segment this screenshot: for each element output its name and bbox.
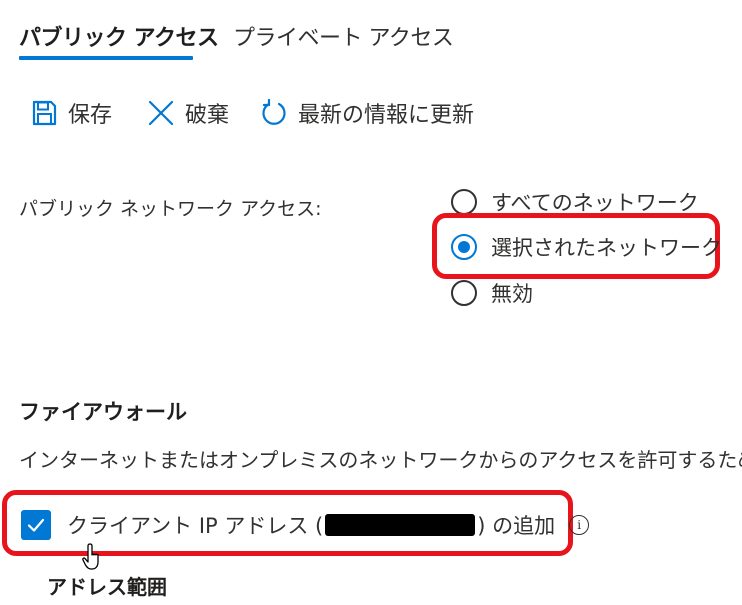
refresh-icon	[260, 99, 288, 127]
address-range-title: アドレス範囲	[47, 575, 167, 599]
save-icon	[30, 99, 58, 127]
radio-disabled[interactable]: 無効	[451, 276, 533, 310]
discard-button-label: 破棄	[185, 103, 230, 128]
firewall-section-title: ファイアウォール	[19, 400, 187, 424]
tab-private-access[interactable]: プライベート アクセス	[233, 20, 454, 52]
radio-all-networks-circle	[451, 189, 477, 215]
redacted-ip-address	[325, 514, 476, 536]
radio-selected-networks-circle	[451, 234, 477, 260]
save-button[interactable]: 保存	[30, 93, 112, 133]
refresh-button[interactable]: 最新の情報に更新	[260, 93, 474, 133]
radio-disabled-circle	[451, 280, 477, 306]
public-network-access-label: パブリック ネットワーク アクセス:	[19, 198, 322, 220]
firewall-description: インターネットまたはオンプレミスのネットワークからのアクセスを許可するための I…	[19, 448, 742, 472]
close-icon	[147, 99, 175, 127]
add-client-ip-label-prefix: クライアント IP アドレス (	[67, 514, 324, 538]
refresh-button-label: 最新の情報に更新	[298, 103, 475, 128]
mouse-cursor-icon	[81, 542, 103, 576]
active-tab-indicator	[19, 56, 193, 60]
add-client-ip-row[interactable]: クライアント IP アドレス ( ) の追加 i	[21, 510, 590, 540]
checkmark-icon	[27, 518, 45, 532]
add-client-ip-label: クライアント IP アドレス ( ) の追加 i	[67, 510, 590, 540]
tab-public-access[interactable]: パブリック アクセス	[19, 20, 219, 52]
add-client-ip-checkbox[interactable]	[21, 510, 51, 540]
tab-private-access-label: プライベート アクセス	[233, 26, 454, 51]
discard-button[interactable]: 破棄	[147, 93, 229, 133]
add-client-ip-label-suffix: ) の追加	[477, 514, 556, 538]
tab-public-access-label: パブリック アクセス	[19, 26, 219, 51]
info-icon[interactable]: i	[569, 515, 590, 535]
radio-selected-dot	[458, 241, 470, 253]
save-button-label: 保存	[68, 103, 113, 128]
radio-disabled-label: 無効	[491, 282, 533, 306]
radio-selected-networks[interactable]: 選択されたネットワーク	[451, 230, 722, 264]
radio-selected-networks-label: 選択されたネットワーク	[491, 236, 722, 260]
